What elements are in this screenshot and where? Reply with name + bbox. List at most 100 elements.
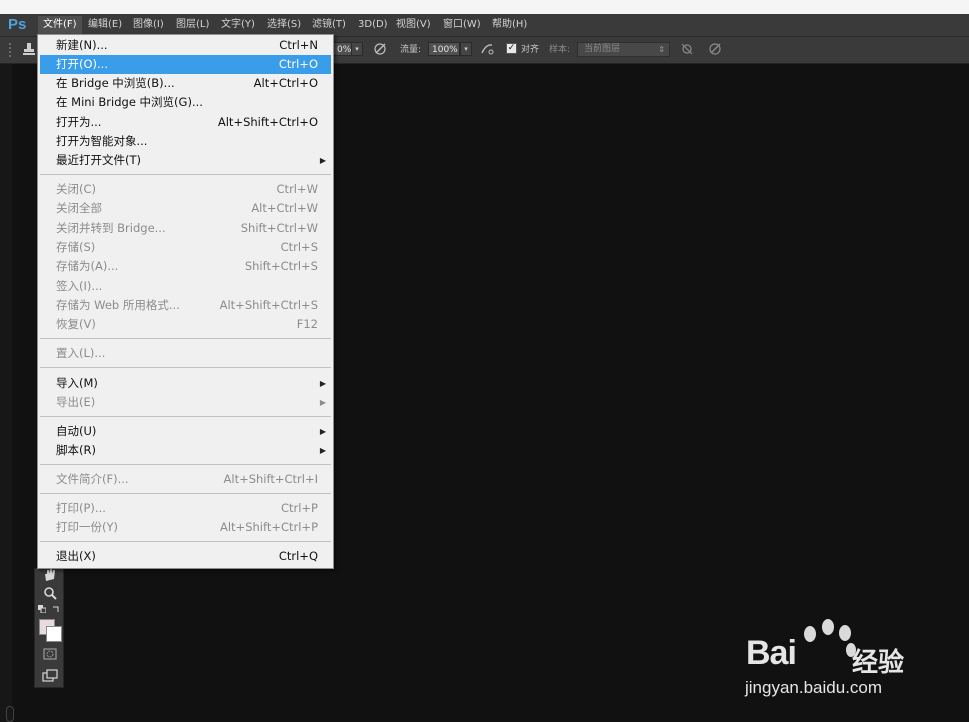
menu-item-export[interactable]: 导出(E) ▶	[40, 393, 331, 412]
menu-file[interactable]: 文件(F)	[38, 16, 82, 34]
submenu-arrow-icon: ▶	[319, 398, 326, 407]
menu-separator	[40, 541, 331, 542]
zoom-tool-icon[interactable]	[41, 585, 59, 601]
menu-item-close-all[interactable]: 关闭全部 Alt+Ctrl+W	[40, 199, 331, 218]
menu-item-file-info[interactable]: 文件简介(F)... Alt+Shift+Ctrl+I	[40, 470, 331, 489]
submenu-arrow-icon: ▶	[319, 446, 326, 455]
menu-item-label: 脚本(R)	[56, 443, 96, 457]
opacity-dropdown[interactable]: ▾	[351, 42, 363, 56]
menu-help[interactable]: 帮助(H)	[487, 16, 532, 34]
menu-item-shortcut: Ctrl+N	[279, 38, 318, 52]
menu-item-browse-bridge[interactable]: 在 Bridge 中浏览(B)... Alt+Ctrl+O	[40, 74, 331, 93]
flow-label: 流量:	[400, 45, 422, 55]
menu-item-label: 退出(X)	[56, 549, 96, 563]
menu-item-label: 存储(S)	[56, 240, 96, 254]
submenu-arrow-icon: ▶	[319, 427, 326, 436]
default-colors-icon[interactable]	[38, 605, 46, 613]
menu-item-label: 导出(E)	[56, 395, 96, 409]
menu-item-label: 关闭并转到 Bridge...	[56, 221, 166, 235]
menu-item-shortcut: Shift+Ctrl+W	[240, 221, 318, 235]
menu-item-recent-files[interactable]: 最近打开文件(T) ▶	[40, 151, 331, 170]
menu-item-shortcut: Ctrl+Q	[278, 549, 318, 563]
submenu-arrow-icon: ▶	[319, 379, 326, 388]
menu-separator	[40, 464, 331, 465]
ignore-adjustment-layers-icon[interactable]	[680, 42, 694, 56]
options-grip[interactable]	[9, 43, 13, 57]
opacity-field[interactable]: 0%	[334, 42, 352, 56]
align-checkbox[interactable]: ✓	[506, 43, 517, 54]
menu-item-print-one-copy[interactable]: 打印一份(Y) Alt+Shift+Ctrl+P	[40, 518, 331, 537]
menu-item-label: 新建(N)...	[56, 38, 108, 52]
flow-dropdown[interactable]: ▾	[460, 42, 472, 56]
menu-item-browse-mini-bridge[interactable]: 在 Mini Bridge 中浏览(G)...	[40, 93, 331, 112]
menu-item-save[interactable]: 存储(S) Ctrl+S	[40, 238, 331, 257]
scroll-indicator[interactable]	[6, 706, 14, 722]
menu-type[interactable]: 文字(Y)	[216, 16, 260, 34]
sample-select[interactable]: 当前图层 ⇕	[577, 42, 670, 57]
menu-separator	[40, 174, 331, 175]
menu-3d[interactable]: 3D(D)	[353, 16, 393, 34]
menu-item-revert[interactable]: 恢复(V) F12	[40, 315, 331, 334]
pressure-opacity-icon[interactable]	[373, 42, 387, 56]
airbrush-icon[interactable]	[480, 42, 494, 56]
chevron-updown-icon: ⇕	[658, 45, 665, 54]
menu-window[interactable]: 窗口(W)	[438, 16, 486, 34]
menu-item-label: 打印一份(Y)	[56, 520, 118, 534]
swap-colors-icon[interactable]	[52, 605, 60, 613]
pressure-size-icon[interactable]	[708, 42, 722, 56]
background-color-swatch[interactable]	[46, 626, 62, 642]
watermark-url: jingyan.baidu.com	[745, 678, 883, 697]
menu-item-label: 恢复(V)	[56, 317, 96, 331]
menu-item-shortcut: Alt+Shift+Ctrl+S	[219, 298, 318, 312]
menu-item-scripts[interactable]: 脚本(R) ▶	[40, 441, 331, 460]
flow-field[interactable]: 100%	[428, 42, 460, 56]
menu-item-place[interactable]: 置入(L)...	[40, 344, 331, 363]
menu-item-automate[interactable]: 自动(U) ▶	[40, 422, 331, 441]
menu-item-open[interactable]: 打开(O)... Ctrl+O	[40, 55, 331, 74]
menu-image[interactable]: 图像(I)	[128, 16, 169, 34]
menu-item-label: 关闭(C)	[56, 182, 97, 196]
menu-item-open-smart-object[interactable]: 打开为智能对象...	[40, 132, 331, 151]
menu-item-label: 打开为智能对象...	[56, 134, 148, 148]
menu-view[interactable]: 视图(V)	[391, 16, 436, 34]
menu-item-shortcut: Shift+Ctrl+S	[244, 259, 318, 273]
menu-item-exit[interactable]: 退出(X) Ctrl+Q	[40, 547, 331, 566]
menu-item-label: 打开为...	[56, 115, 102, 129]
menu-separator	[40, 416, 331, 417]
sample-label: 样本:	[549, 45, 571, 55]
menu-item-shortcut: Alt+Shift+Ctrl+I	[223, 472, 318, 486]
menu-item-shortcut: Alt+Shift+Ctrl+O	[217, 115, 318, 129]
menu-select[interactable]: 选择(S)	[262, 16, 306, 34]
menu-item-label: 置入(L)...	[56, 346, 106, 360]
align-label: 对齐	[521, 45, 540, 55]
menu-edit[interactable]: 编辑(E)	[83, 16, 127, 34]
clone-stamp-icon[interactable]	[22, 42, 36, 56]
menu-filter[interactable]: 滤镜(T)	[307, 16, 351, 34]
menu-item-label: 自动(U)	[56, 424, 97, 438]
menu-item-label: 文件简介(F)...	[56, 472, 129, 486]
submenu-arrow-icon: ▶	[319, 156, 326, 165]
menu-item-shortcut: F12	[296, 317, 318, 331]
menu-item-shortcut: Ctrl+P	[280, 501, 318, 515]
menu-item-save-as[interactable]: 存储为(A)... Shift+Ctrl+S	[40, 257, 331, 276]
hand-tool-icon[interactable]	[41, 567, 59, 583]
quick-mask-icon[interactable]	[41, 646, 59, 662]
sample-select-value: 当前图层	[584, 44, 621, 54]
menu-item-import[interactable]: 导入(M) ▶	[40, 374, 331, 393]
menu-item-label: 在 Bridge 中浏览(B)...	[56, 76, 175, 90]
menu-item-label: 在 Mini Bridge 中浏览(G)...	[56, 95, 203, 109]
photoshop-logo: Ps	[8, 16, 27, 33]
menu-item-shortcut: Alt+Ctrl+O	[253, 76, 318, 90]
menu-item-open-as[interactable]: 打开为... Alt+Shift+Ctrl+O	[40, 113, 331, 132]
menu-item-print[interactable]: 打印(P)... Ctrl+P	[40, 499, 331, 518]
menu-item-check-in[interactable]: 签入(I)...	[40, 277, 331, 296]
menu-item-save-for-web[interactable]: 存储为 Web 所用格式... Alt+Shift+Ctrl+S	[40, 296, 331, 315]
menu-layer[interactable]: 图层(L)	[171, 16, 214, 34]
menu-separator	[40, 493, 331, 494]
menu-item-label: 存储为 Web 所用格式...	[56, 298, 180, 312]
menu-item-new[interactable]: 新建(N)... Ctrl+N	[40, 36, 331, 55]
menu-item-close[interactable]: 关闭(C) Ctrl+W	[40, 180, 331, 199]
title-strip	[0, 0, 969, 14]
menu-item-close-go-bridge[interactable]: 关闭并转到 Bridge... Shift+Ctrl+W	[40, 219, 331, 238]
screen-mode-icon[interactable]	[41, 668, 59, 684]
